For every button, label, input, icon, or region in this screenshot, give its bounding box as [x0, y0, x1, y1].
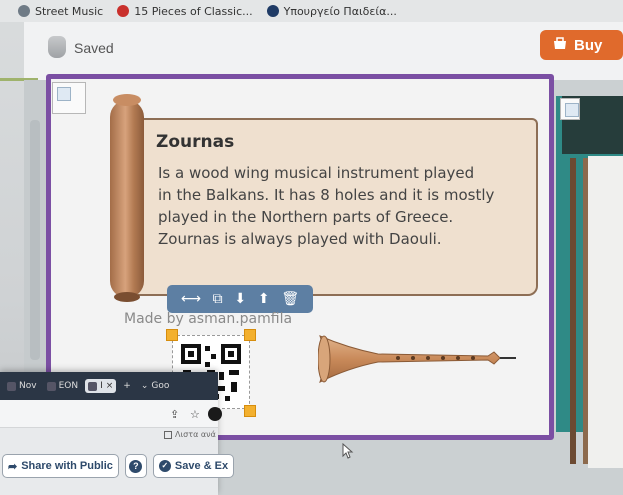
browser-tab-strip: Nov EON I × + ⌄ Goo: [0, 372, 218, 400]
scroll-roll-image: [110, 94, 144, 302]
tab-label: Nov: [19, 381, 37, 391]
secondary-browser-window: Nov EON I × + ⌄ Goo ⇪ ☆ Λιστα ανά ➦ Shar…: [0, 372, 235, 495]
broken-image-icon: [52, 82, 86, 114]
tab-search[interactable]: ⌄ Goo: [138, 379, 173, 393]
scrollbar[interactable]: [30, 120, 40, 360]
help-icon: ?: [129, 459, 143, 473]
preview-paper: [588, 156, 623, 468]
globe-icon: [266, 5, 279, 17]
tab-favicon-icon: [88, 381, 98, 391]
broken-image-icon: [560, 98, 580, 120]
made-by-text[interactable]: Made by asman.pamfila: [124, 311, 292, 327]
app-header: Saved: [24, 22, 623, 80]
bookmark-item[interactable]: 15 Pieces of Classic...: [117, 4, 253, 18]
buy-label: Buy: [574, 36, 603, 54]
close-icon[interactable]: ×: [106, 381, 114, 391]
profile-avatar[interactable]: [208, 407, 222, 421]
tab-favicon-icon: [46, 381, 56, 391]
saved-status: Saved: [74, 40, 114, 56]
share-public-button[interactable]: ➦ Share with Public: [2, 454, 119, 478]
address-hint: Goo: [151, 381, 170, 391]
share-label: Share with Public: [21, 460, 113, 472]
resize-handle[interactable]: [166, 329, 178, 341]
action-row: ➦ Share with Public ? ✓ Save & Ex: [2, 454, 235, 478]
mouse-cursor-icon: [342, 443, 354, 459]
resize-handle[interactable]: [244, 405, 256, 417]
card-body-line: in the Balkans. It has 8 holes and it is…: [158, 186, 495, 204]
share-icon[interactable]: ⇪: [170, 408, 179, 421]
move-down-icon[interactable]: ⬇: [234, 292, 246, 306]
list-icon: [164, 430, 172, 439]
resize-icon[interactable]: ⟷: [181, 292, 201, 306]
tab-label: I: [100, 381, 103, 391]
trash-icon[interactable]: 🗑: [281, 292, 299, 306]
check-icon: ✓: [158, 460, 171, 472]
browser-tab[interactable]: Nov: [4, 379, 40, 393]
buy-button[interactable]: Buy: [540, 30, 623, 60]
preview-pole: [570, 158, 576, 464]
move-up-icon[interactable]: ⬆: [258, 292, 270, 306]
cart-icon: [554, 37, 566, 49]
resize-handle[interactable]: [244, 329, 256, 341]
reading-list[interactable]: Λιστα ανά: [164, 430, 216, 439]
chevron-down-icon: ⌄: [140, 381, 149, 391]
bookmark-item[interactable]: Street Music: [18, 5, 103, 18]
browser-tab[interactable]: EON: [44, 379, 82, 393]
zurna-image[interactable]: [318, 334, 518, 386]
new-tab-label: +: [123, 381, 131, 391]
browser-toolbar: ⇪ ☆: [0, 400, 222, 428]
card-body-line: Zournas is always played with Daouli.: [158, 230, 442, 248]
screenshot: { "bookmarks": [ {"label": "Street Music…: [0, 0, 623, 495]
browser-tab-active[interactable]: I ×: [85, 379, 117, 393]
save-label: Save & Ex: [174, 460, 229, 472]
card-body[interactable]: Is a wood wing musical instrument played…: [158, 162, 518, 250]
next-slide-preview[interactable]: [556, 96, 623, 468]
card-title[interactable]: Zournas: [156, 132, 234, 152]
bookmark-label: Street Music: [35, 4, 104, 18]
record-icon: [117, 5, 130, 17]
tab-label: EON: [58, 381, 79, 391]
left-panel: [24, 80, 46, 380]
cloud-icon: [48, 36, 66, 58]
star-icon[interactable]: ☆: [190, 408, 200, 421]
card-body-line: played in the Northern parts of Greece.: [158, 208, 454, 226]
help-button[interactable]: ?: [124, 454, 147, 478]
bookmark-label: Υπουργείο Παιδεία...: [283, 4, 397, 18]
reading-list-label: Λιστα ανά: [175, 430, 216, 439]
tab-favicon-icon: [7, 381, 16, 391]
bookmarks-bar: Street Music 15 Pieces of Classic... Υπο…: [0, 0, 623, 22]
card-body-line: Is a wood wing musical instrument played: [158, 164, 475, 182]
element-toolbar: ⟷ ⧉ ⬇ ⬆ 🗑: [167, 285, 313, 313]
bookmark-label: 15 Pieces of Classic...: [134, 4, 253, 18]
bookmark-item[interactable]: Υπουργείο Παιδεία...: [266, 4, 397, 18]
save-exit-button[interactable]: ✓ Save & Ex: [152, 454, 235, 478]
music-icon: [18, 5, 30, 17]
duplicate-icon[interactable]: ⧉: [213, 292, 223, 306]
new-tab-button[interactable]: +: [120, 379, 134, 393]
share-arrow-icon: ➦: [8, 460, 18, 473]
